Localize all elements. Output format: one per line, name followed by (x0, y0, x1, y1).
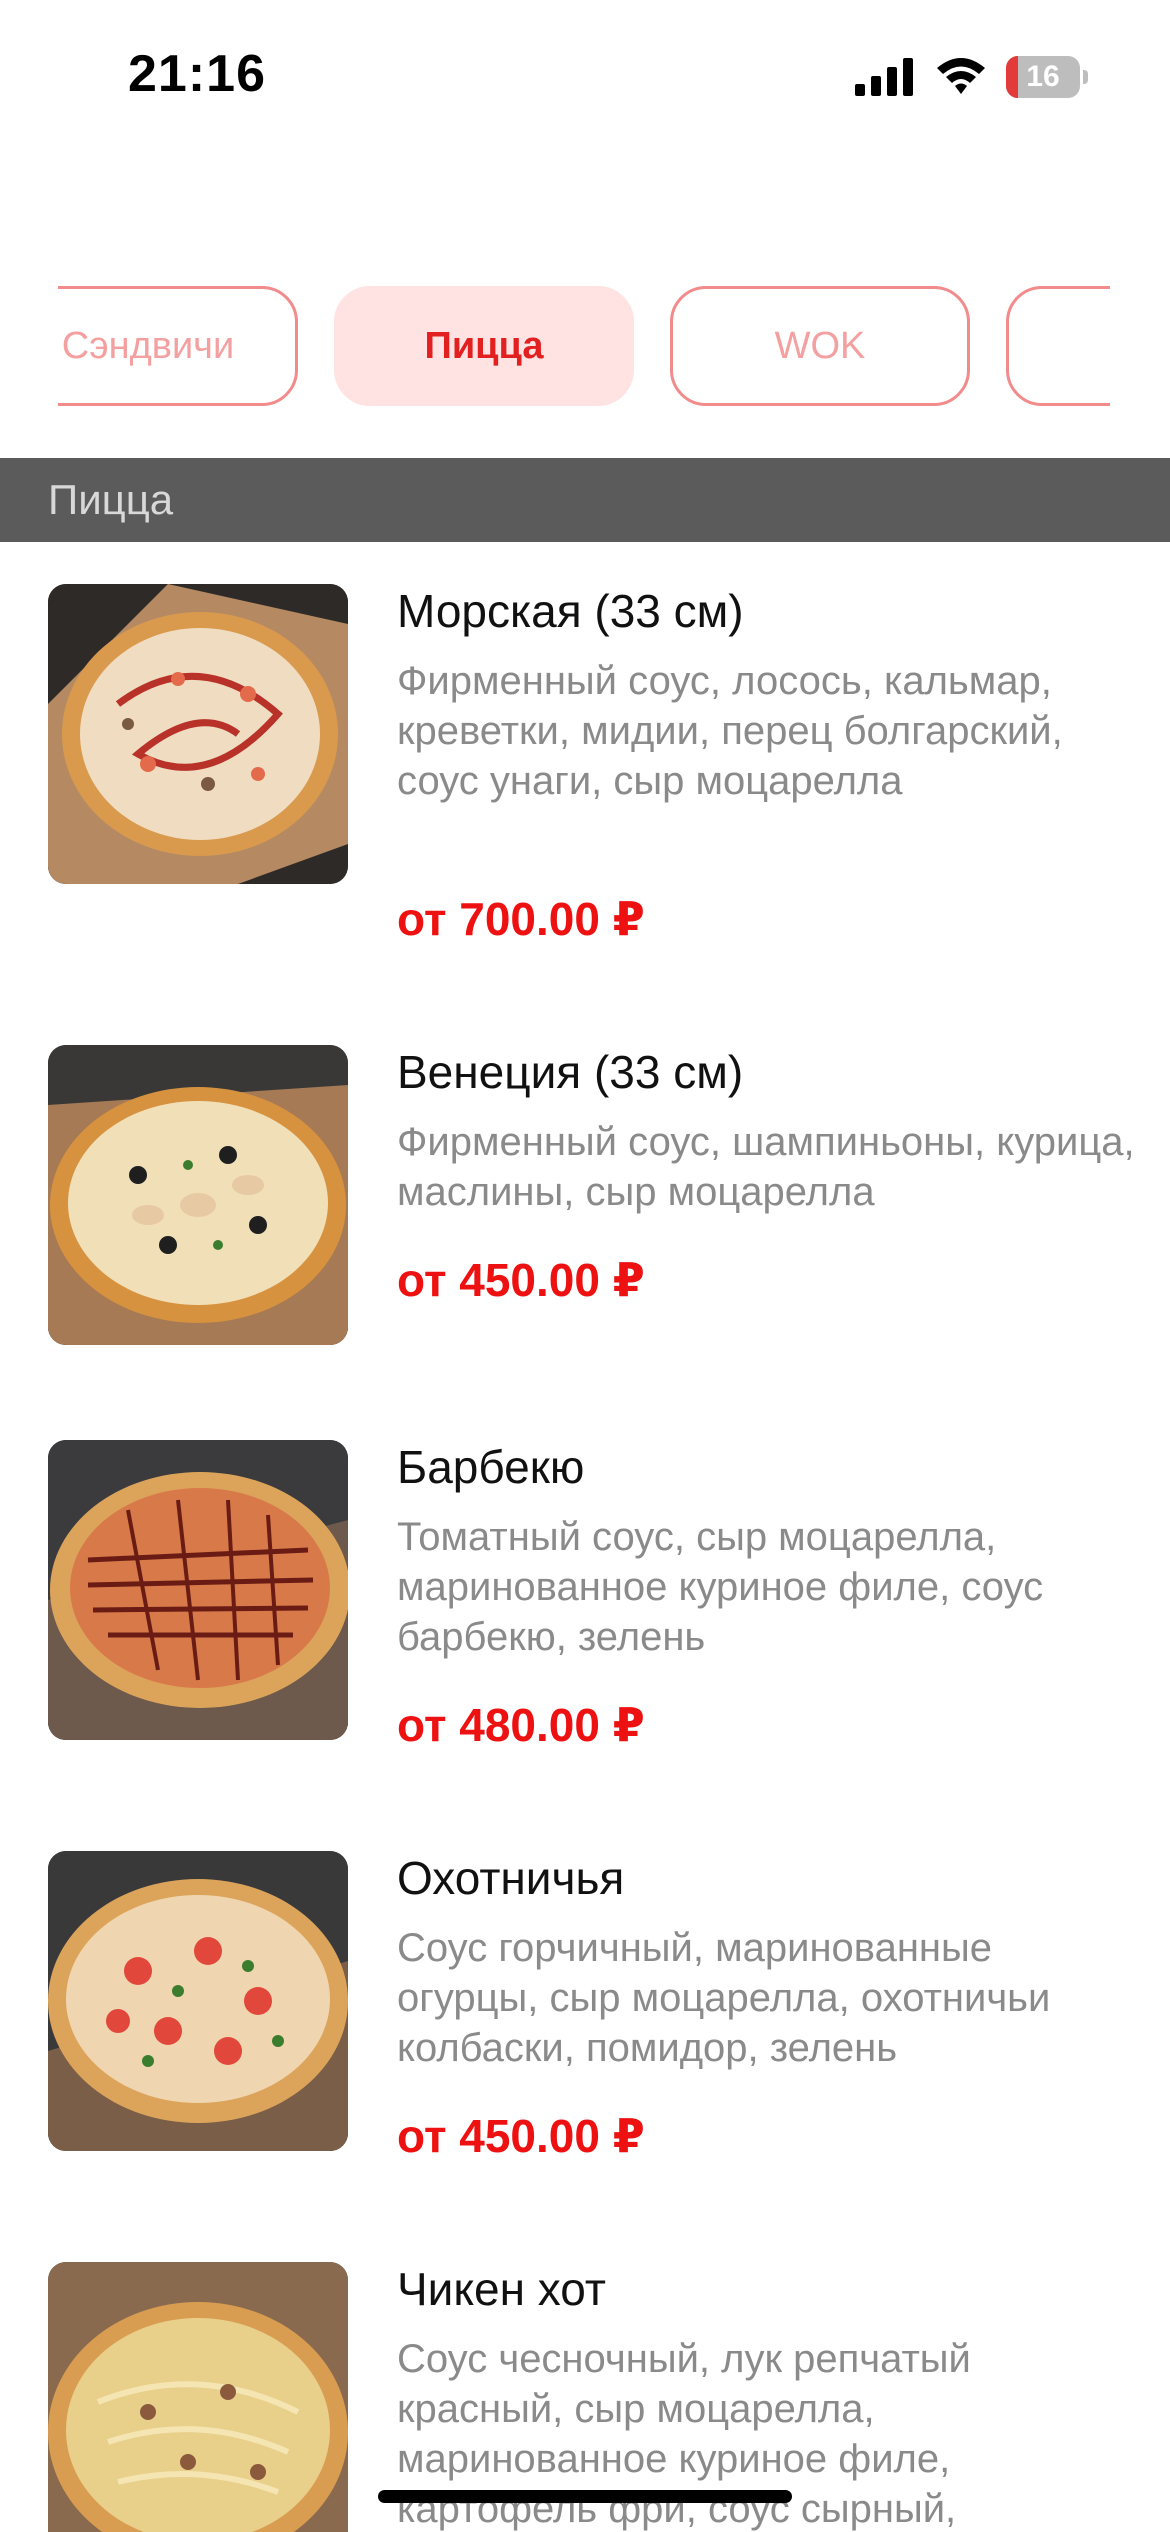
product-name: Венеция (33 см) (397, 1046, 744, 1098)
product-image[interactable] (48, 1851, 348, 2151)
tab-next[interactable] (1006, 286, 1110, 406)
product-price: от 700.00 ₽ (397, 893, 645, 945)
category-tabs[interactable]: Сэндвичи Пицца WOK (58, 286, 1110, 408)
tab-pizza[interactable]: Пицца (334, 286, 634, 406)
product-name: Охотничья (397, 1852, 625, 1904)
menu-screen: 21:16 16 Сэндвичи Пицца WOK Пицца Морска… (0, 0, 1170, 2532)
product-card[interactable]: Морская (33 см) Фирменный соус, лосось, … (0, 584, 1170, 984)
status-time: 21:16 (128, 45, 266, 103)
product-name: Морская (33 см) (397, 585, 744, 637)
product-image[interactable] (48, 1440, 348, 1740)
product-price: от 450.00 ₽ (397, 2110, 645, 2162)
product-image[interactable] (48, 2262, 348, 2532)
wifi-icon (937, 58, 985, 94)
product-description: Фирменный соус, лосось, кальмар, креветк… (397, 659, 1063, 803)
product-name: Барбекю (397, 1441, 585, 1493)
battery-icon: 16 (1006, 56, 1088, 98)
product-name: Чикен хот (397, 2263, 606, 2315)
product-description: Фирменный соус, шампиньоны, курица, масл… (397, 1120, 1135, 1214)
product-image[interactable] (48, 1045, 348, 1345)
product-description: Соус горчичный, маринованные огурцы, сыр… (397, 1926, 1051, 2070)
product-price: от 450.00 ₽ (397, 1254, 645, 1306)
section-header: Пицца (0, 458, 1170, 542)
status-bar: 21:16 16 (0, 0, 1170, 150)
home-indicator[interactable] (378, 2490, 792, 2503)
tab-sandwiches[interactable]: Сэндвичи (58, 286, 298, 406)
product-image[interactable] (48, 584, 348, 884)
cellular-signal-icon (855, 58, 913, 96)
product-description: Томатный соус, сыр моцарелла, маринованн… (397, 1515, 1044, 1659)
product-card[interactable]: Охотничья Соус горчичный, маринованные о… (0, 1851, 1170, 2201)
tab-wok[interactable]: WOK (670, 286, 970, 406)
product-card[interactable]: Венеция (33 см) Фирменный соус, шампиньо… (0, 1045, 1170, 1345)
product-price: от 480.00 ₽ (397, 1699, 645, 1751)
battery-level: 16 (1026, 60, 1060, 93)
product-card[interactable]: Барбекю Томатный соус, сыр моцарелла, ма… (0, 1440, 1170, 1790)
